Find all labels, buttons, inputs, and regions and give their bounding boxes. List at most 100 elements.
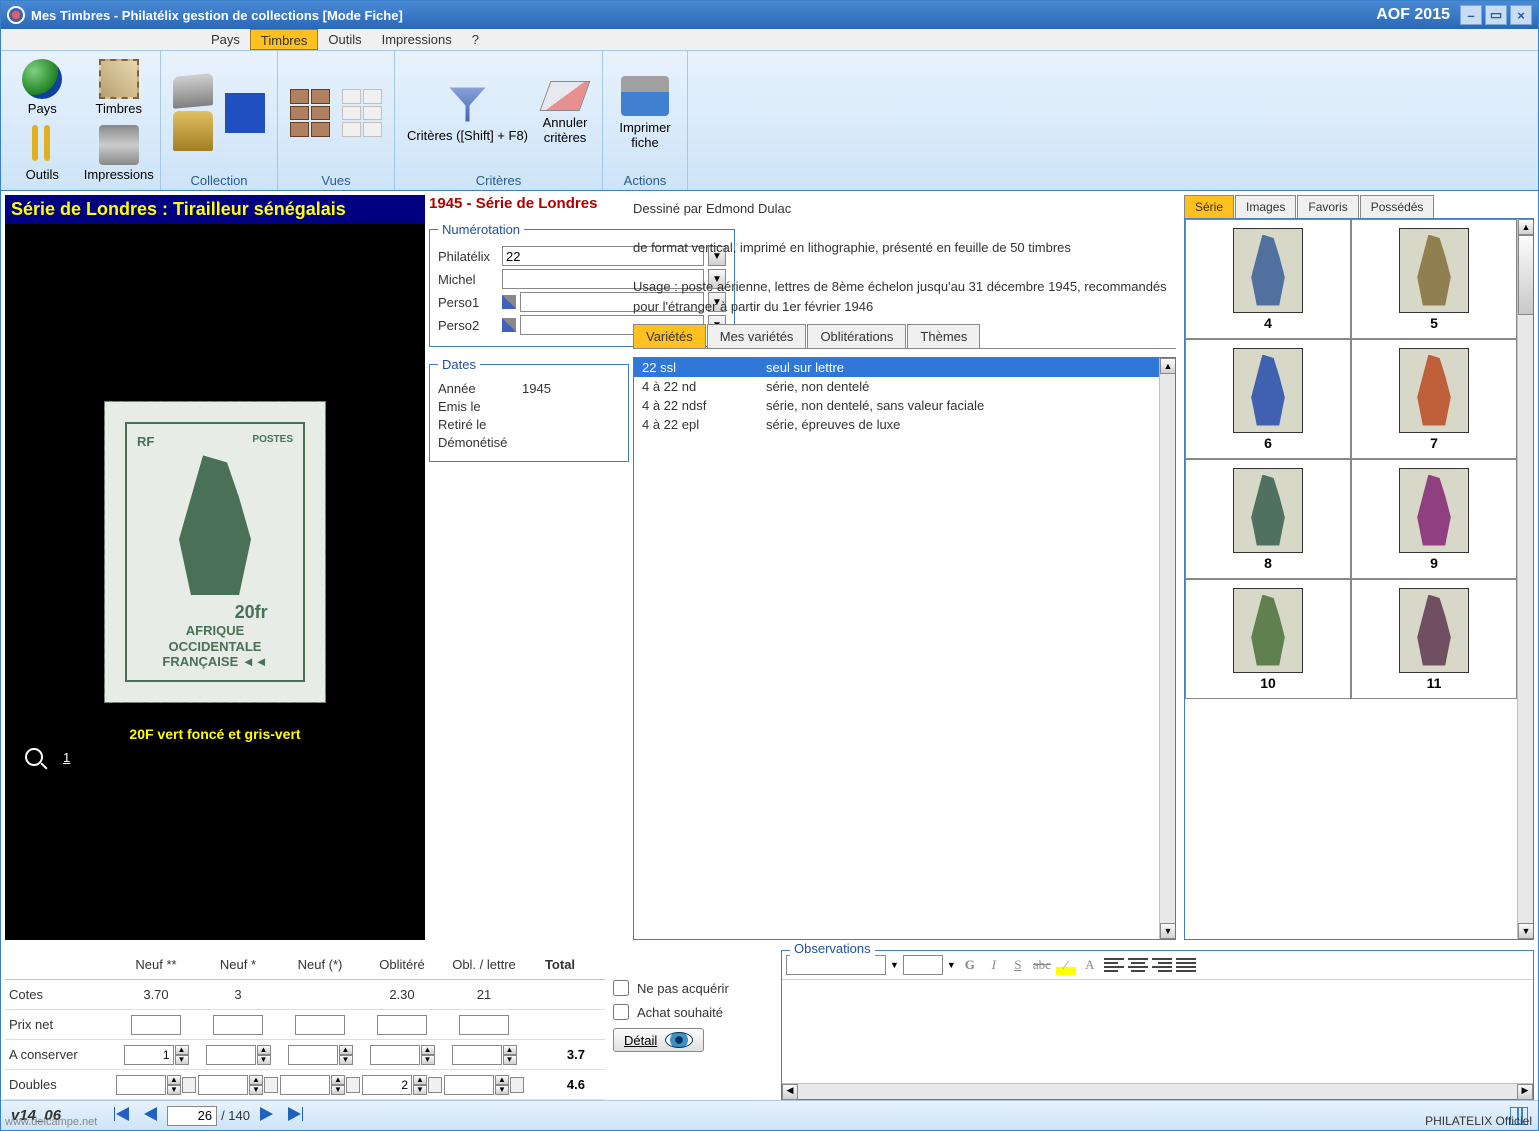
nav-outils-button[interactable]: Outils <box>5 122 80 187</box>
observations-editor[interactable] <box>782 980 1533 1083</box>
detail-button[interactable]: Détail <box>613 1028 704 1052</box>
criteria-button[interactable]: Critères ([Shift] + F8) <box>407 84 528 143</box>
gallery-tab-serie[interactable]: Série <box>1184 195 1234 218</box>
printer-icon <box>99 125 139 165</box>
gallery-item[interactable]: 7 <box>1351 339 1517 459</box>
conserver-neufp[interactable] <box>288 1045 338 1065</box>
tab-cancellations[interactable]: Oblitérations <box>807 324 906 348</box>
stamp-icon <box>99 59 139 99</box>
save-icon[interactable] <box>225 93 265 133</box>
doubles-neufp[interactable] <box>280 1075 330 1095</box>
zoom-icon[interactable] <box>25 748 43 766</box>
observations-hscroll[interactable]: ◀▶ <box>782 1083 1533 1099</box>
font-combo[interactable] <box>786 955 886 975</box>
minimize-button[interactable]: – <box>1460 5 1482 25</box>
varieties-scrollbar[interactable]: ▲▼ <box>1159 358 1175 939</box>
gallery-item[interactable]: 6 <box>1185 339 1351 459</box>
tab-my-varieties[interactable]: Mes variétés <box>707 324 807 348</box>
align-left-button[interactable] <box>1104 956 1124 974</box>
underline-button[interactable]: S <box>1008 955 1028 975</box>
stamp-title: Série de Londres : Tirailleur sénégalais <box>5 195 425 224</box>
nav-timbres-button[interactable]: Timbres <box>82 55 157 120</box>
prev-record-button[interactable] <box>139 1105 163 1126</box>
close-button[interactable]: × <box>1510 5 1532 25</box>
prixnet-obl[interactable] <box>377 1015 427 1035</box>
variety-row[interactable]: 4 à 22 ndsfsérie, non dentelé, sans vale… <box>634 396 1175 415</box>
italic-button[interactable]: I <box>984 955 1004 975</box>
record-position-input[interactable] <box>167 1106 217 1126</box>
pen-icon <box>502 295 516 309</box>
variety-row[interactable]: 4 à 22 eplsérie, épreuves de luxe <box>634 415 1175 434</box>
menu-timbres[interactable]: Timbres <box>250 29 318 50</box>
conserver-obllettre[interactable] <box>452 1045 502 1065</box>
varieties-list[interactable]: 22 sslseul sur lettre 4 à 22 ndsérie, no… <box>633 357 1176 940</box>
menu-help[interactable]: ? <box>462 29 489 50</box>
gallery-scrollbar[interactable]: ▲▼ <box>1517 219 1533 939</box>
prixnet-obllettre[interactable] <box>459 1015 509 1035</box>
clear-criteria-button[interactable]: Annuler critères <box>540 81 590 145</box>
gallery-tab-favoris[interactable]: Favoris <box>1297 195 1358 218</box>
pen-icon <box>502 318 516 332</box>
view-thumbnails-icon[interactable] <box>290 89 330 137</box>
dates-legend: Dates <box>438 357 480 372</box>
prixnet-neufp[interactable] <box>295 1015 345 1035</box>
variety-row[interactable]: 22 sslseul sur lettre <box>634 358 1175 377</box>
tab-varieties[interactable]: Variétés <box>633 324 706 348</box>
tab-themes[interactable]: Thèmes <box>907 324 980 348</box>
nav-pays-button[interactable]: Pays <box>5 55 80 120</box>
size-combo[interactable] <box>903 955 943 975</box>
gallery-item[interactable]: 4 <box>1185 219 1351 339</box>
wanted-checkbox[interactable] <box>613 1004 629 1020</box>
first-record-button[interactable] <box>111 1105 135 1126</box>
gallery-tab-images[interactable]: Images <box>1235 195 1296 218</box>
conserver-neufs[interactable] <box>206 1045 256 1065</box>
prixnet-neufs[interactable] <box>213 1015 263 1035</box>
strike-button[interactable]: abc <box>1032 955 1052 975</box>
conserver-row: A conserver ▲▼ ▲▼ ▲▼ ▲▼ ▲▼ 3.7 <box>5 1040 605 1070</box>
menu-outils[interactable]: Outils <box>318 29 371 50</box>
view-list-icon[interactable] <box>342 89 382 137</box>
zoom-level[interactable]: 1 <box>63 750 70 765</box>
align-justify-button[interactable] <box>1176 956 1196 974</box>
eraser-icon <box>540 81 591 111</box>
collection-open-icon[interactable] <box>173 111 213 151</box>
doubles-neufs[interactable] <box>198 1075 248 1095</box>
menu-pays[interactable]: Pays <box>201 29 250 50</box>
gallery-item[interactable]: 11 <box>1351 579 1517 699</box>
stamp-image[interactable]: RFPOSTES 20fr AFRIQUE OCCIDENTALE FRANÇA… <box>105 402 325 702</box>
app-icon <box>7 6 25 24</box>
calc-icon[interactable] <box>182 1077 196 1093</box>
print-card-button[interactable]: Imprimer fiche <box>615 76 675 150</box>
fontcolor-button[interactable]: A <box>1080 955 1100 975</box>
last-record-button[interactable] <box>282 1105 306 1126</box>
window-title: Mes Timbres - Philatélix gestion de coll… <box>31 8 403 23</box>
price-table: Neuf ** Neuf * Neuf (*) Oblitéré Obl. / … <box>5 950 605 1100</box>
conserver-neufss[interactable] <box>124 1045 174 1065</box>
maximize-button[interactable]: ▭ <box>1485 5 1507 25</box>
next-record-button[interactable] <box>254 1105 278 1126</box>
gallery-item[interactable]: 10 <box>1185 579 1351 699</box>
window-subtitle: AOF 2015 <box>1376 6 1450 24</box>
gallery-item[interactable]: 8 <box>1185 459 1351 579</box>
spinner[interactable]: ▲▼ <box>175 1045 189 1065</box>
gallery-tab-possedes[interactable]: Possédés <box>1360 195 1435 218</box>
bold-button[interactable]: G <box>960 955 980 975</box>
highlight-button[interactable]: ∕ <box>1056 955 1076 975</box>
nav-impressions-button[interactable]: Impressions <box>82 122 157 187</box>
align-right-button[interactable] <box>1152 956 1172 974</box>
menu-bar: Pays Timbres Outils Impressions ? <box>1 29 1538 51</box>
collection-folder-icon[interactable] <box>173 73 213 108</box>
doubles-neufss[interactable] <box>116 1075 166 1095</box>
variety-row[interactable]: 4 à 22 ndsérie, non dentelé <box>634 377 1175 396</box>
prixnet-neufss[interactable] <box>131 1015 181 1035</box>
doubles-obl[interactable] <box>362 1075 412 1095</box>
conserver-obl[interactable] <box>370 1045 420 1065</box>
year-value: 1945 <box>522 381 551 396</box>
no-acquire-checkbox[interactable] <box>613 980 629 996</box>
menu-impressions[interactable]: Impressions <box>372 29 462 50</box>
gallery-item[interactable]: 9 <box>1351 459 1517 579</box>
align-center-button[interactable] <box>1128 956 1148 974</box>
doubles-obllettre[interactable] <box>444 1075 494 1095</box>
gallery-item[interactable]: 5 <box>1351 219 1517 339</box>
stamp-silhouette <box>155 455 275 595</box>
